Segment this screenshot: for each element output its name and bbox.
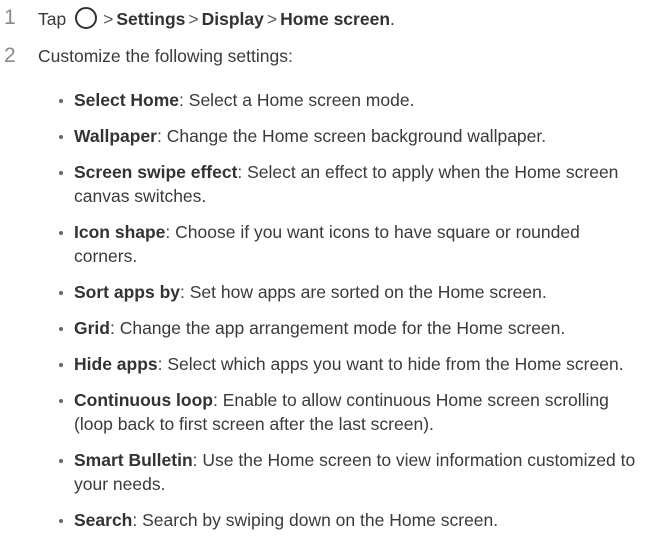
setting-item: Continuous loop: Enable to allow continu…: [58, 388, 638, 436]
setting-description: : Change the app arrangement mode for th…: [109, 318, 566, 338]
home-circle-icon: [75, 7, 98, 29]
setting-description: : Change the Home screen background wall…: [156, 126, 547, 146]
setting-name: Icon shape: [74, 222, 166, 242]
setting-item: Search: Search by swiping down on the Ho…: [58, 508, 638, 532]
path-home-screen: Home screen: [280, 9, 391, 29]
step-2-text: Customize the following settings:: [38, 46, 293, 66]
setting-item: Smart Bulletin: Use the Home screen to v…: [58, 448, 638, 496]
setting-name: Smart Bulletin: [74, 450, 193, 470]
step-1-prefix: Tap: [38, 9, 67, 29]
setting-item: Icon shape: Choose if you want icons to …: [58, 220, 638, 268]
step-number: 1: [4, 6, 16, 29]
setting-item: Sort apps by: Set how apps are sorted on…: [58, 280, 638, 304]
setting-name: Search: [74, 510, 133, 530]
setting-name: Wallpaper: [74, 126, 157, 146]
path-separator: >: [103, 9, 114, 29]
setting-name: Hide apps: [74, 354, 158, 374]
setting-item: Hide apps: Select which apps you want to…: [58, 352, 638, 376]
step-1-suffix: .: [390, 9, 395, 29]
setting-description: : Set how apps are sorted on the Home sc…: [180, 282, 547, 302]
setting-item: Wallpaper: Change the Home screen backgr…: [58, 124, 638, 148]
setting-description: : Select which apps you want to hide fro…: [157, 354, 624, 374]
setting-item: Grid: Change the app arrangement mode fo…: [58, 316, 638, 340]
step-1-text: Tap > Settings > Display > Home screen.: [38, 7, 395, 30]
setting-item: Screen swipe effect: Select an effect to…: [58, 160, 638, 208]
setting-item: Select Home: Select a Home screen mode.: [58, 88, 638, 112]
setting-name: Grid: [74, 318, 110, 338]
step-number: 2: [4, 44, 16, 67]
setting-description: : Select a Home screen mode.: [179, 90, 415, 110]
setting-name: Sort apps by: [74, 282, 180, 302]
path-display: Display: [201, 9, 264, 29]
setting-description: : Search by swiping down on the Home scr…: [132, 510, 499, 530]
path-settings: Settings: [116, 9, 186, 29]
path-separator: >: [188, 9, 199, 29]
setting-name: Continuous loop: [74, 390, 213, 410]
settings-list: Select Home: Select a Home screen mode. W…: [58, 88, 638, 544]
setting-name: Select Home: [74, 90, 180, 110]
path-separator: >: [266, 9, 278, 29]
setting-name: Screen swipe effect: [74, 162, 238, 182]
